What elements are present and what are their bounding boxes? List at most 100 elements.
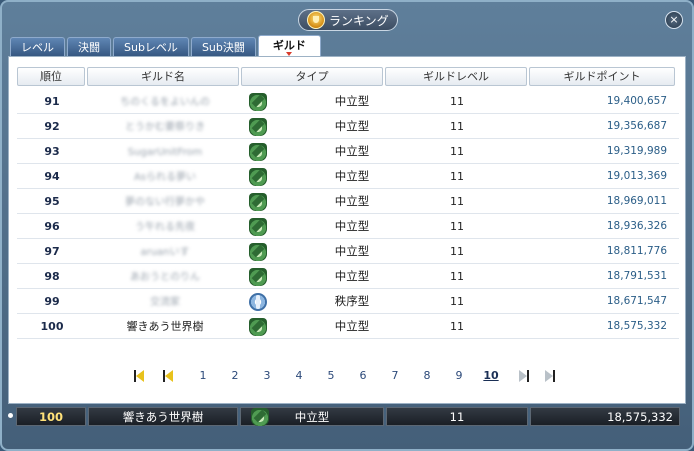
guild-level: 11 [450,145,464,158]
page-link-1[interactable]: 1 [195,366,211,386]
table-row[interactable]: 100 響きあう世界樹 中立型 11 18,575,332 [17,314,679,339]
guild-name-cell: ちのくるをよいんの [87,89,243,114]
guild-points: 18,936,326 [606,220,667,232]
guild-type: 中立型 [334,194,370,208]
guild-name-cell: Asられる夢い [87,164,243,189]
guild-points: 18,811,776 [606,245,667,257]
my-guild-level: 11 [386,407,528,426]
neutral-type-icon [251,408,269,426]
rank-cell: 97 [44,245,60,258]
guild-level: 11 [450,195,464,208]
guild-name: とうかむ要祭りき [125,122,205,133]
guild-level: 11 [450,220,464,233]
column-header-rank[interactable]: 順位 [17,67,85,86]
window-title: ランキング [329,13,389,28]
guild-type: 中立型 [334,244,370,258]
rank-cell: 93 [44,145,60,158]
my-guild-row: 100 響きあう世界樹 中立型 11 18,575,332 [14,407,682,427]
ranking-tabs: レベル 決闘 Subレベル Sub決闘 ギルド [10,35,321,57]
pagination: 1 2 3 4 5 6 7 8 9 10 [0,366,694,386]
guild-name-cell: とうかむ要祭りき [87,114,243,139]
rank-cell: 91 [44,95,60,108]
page-link-2[interactable]: 2 [227,366,243,386]
guild-type: 中立型 [334,94,370,108]
guild-points: 19,013,369 [606,170,667,182]
column-header-guild-level[interactable]: ギルドレベル [385,67,527,86]
guild-points: 19,319,989 [606,145,667,157]
guild-points: 18,969,011 [606,195,667,207]
page-link-6[interactable]: 6 [355,366,371,386]
ranking-table-body: 91 ちのくるをよいんの 中立型 11 19,400,657 92 とうかむ要祭りき 中立型 1… [17,89,679,339]
guild-name-cell: SugarUnitFrom [87,139,243,164]
last-page-button[interactable] [545,370,559,384]
neutral-type-icon [249,93,267,111]
guild-type: 秩序型 [334,294,370,308]
table-row[interactable]: 93 SugarUnitFrom 中立型 11 19,319,989 [17,139,679,164]
order-type-icon [249,293,267,311]
table-row[interactable]: 95 夢のない行夢かや 中立型 11 18,969,011 [17,189,679,214]
my-guild-points: 18,575,332 [530,407,680,426]
rank-cell: 95 [44,195,60,208]
page-link-10[interactable]: 10 [483,366,499,386]
guild-name: SugarUnitFrom [127,147,203,158]
guild-type: 中立型 [334,319,370,333]
my-guild-marker [8,413,13,418]
table-row[interactable]: 99 交流家 秩序型 11 18,671,547 [17,289,679,314]
my-guild-type: 中立型 [294,410,330,424]
rank-cell: 99 [44,295,60,308]
tab-duel[interactable]: 決闘 [67,37,111,57]
first-page-button[interactable] [134,370,148,384]
page-link-4[interactable]: 4 [291,366,307,386]
neutral-type-icon [249,218,267,236]
guild-level: 11 [450,320,464,333]
guild-name: 響きあう世界樹 [126,320,204,333]
guild-name: Asられる夢い [133,172,197,183]
guild-name: う午れる先夜 [135,222,195,233]
guild-points: 18,791,531 [606,270,667,282]
rank-cell: 94 [44,170,60,183]
table-row[interactable]: 98 あおうとのりん 中立型 11 18,791,531 [17,264,679,289]
tab-guild[interactable]: ギルド [257,35,321,57]
neutral-type-icon [249,193,267,211]
close-button[interactable]: × [665,11,683,29]
next-page-button[interactable] [519,370,533,384]
table-row[interactable]: 91 ちのくるをよいんの 中立型 11 19,400,657 [17,89,679,114]
neutral-type-icon [249,168,267,186]
page-link-8[interactable]: 8 [419,366,435,386]
guild-points: 19,400,657 [606,95,667,107]
guild-type: 中立型 [334,219,370,233]
guild-type: 中立型 [334,169,370,183]
tab-level[interactable]: レベル [10,37,65,57]
tab-sub-duel[interactable]: Sub決闘 [190,37,256,57]
neutral-type-icon [249,118,267,136]
column-header-guild-name[interactable]: ギルド名 [87,67,239,86]
column-header-guild-points[interactable]: ギルドポイント [529,67,675,86]
table-row[interactable]: 96 う午れる先夜 中立型 11 18,936,326 [17,214,679,239]
page-link-5[interactable]: 5 [323,366,339,386]
guild-name-cell: 響きあう世界樹 [87,314,243,339]
guild-name: ちのくるをよいんの [120,97,210,108]
guild-name-cell: あおうとのりん [87,264,243,289]
page-link-9[interactable]: 9 [451,366,467,386]
guild-level: 11 [450,295,464,308]
column-header-type[interactable]: タイプ [241,67,383,86]
rank-cell: 98 [44,270,60,283]
guild-name-cell: 夢のない行夢かや [87,189,243,214]
guild-points: 18,575,332 [606,320,667,332]
page-link-7[interactable]: 7 [387,366,403,386]
page-link-3[interactable]: 3 [259,366,275,386]
guild-name: 交流家 [150,297,180,308]
guild-name-cell: う午れる先夜 [87,214,243,239]
window-title-bar: ランキング [298,9,398,31]
neutral-type-icon [249,318,267,336]
table-row[interactable]: 92 とうかむ要祭りき 中立型 11 19,356,687 [17,114,679,139]
guild-points: 18,671,547 [606,295,667,307]
tab-sub-level[interactable]: Subレベル [113,37,189,57]
prev-page-button[interactable] [163,370,177,384]
guild-level: 11 [450,245,464,258]
my-guild-type-cell: 中立型 [240,407,384,426]
table-row[interactable]: 97 aruanいす 中立型 11 18,811,776 [17,239,679,264]
table-row[interactable]: 94 Asられる夢い 中立型 11 19,013,369 [17,164,679,189]
my-guild-name: 響きあう世界樹 [88,407,238,426]
trophy-icon [307,11,325,29]
